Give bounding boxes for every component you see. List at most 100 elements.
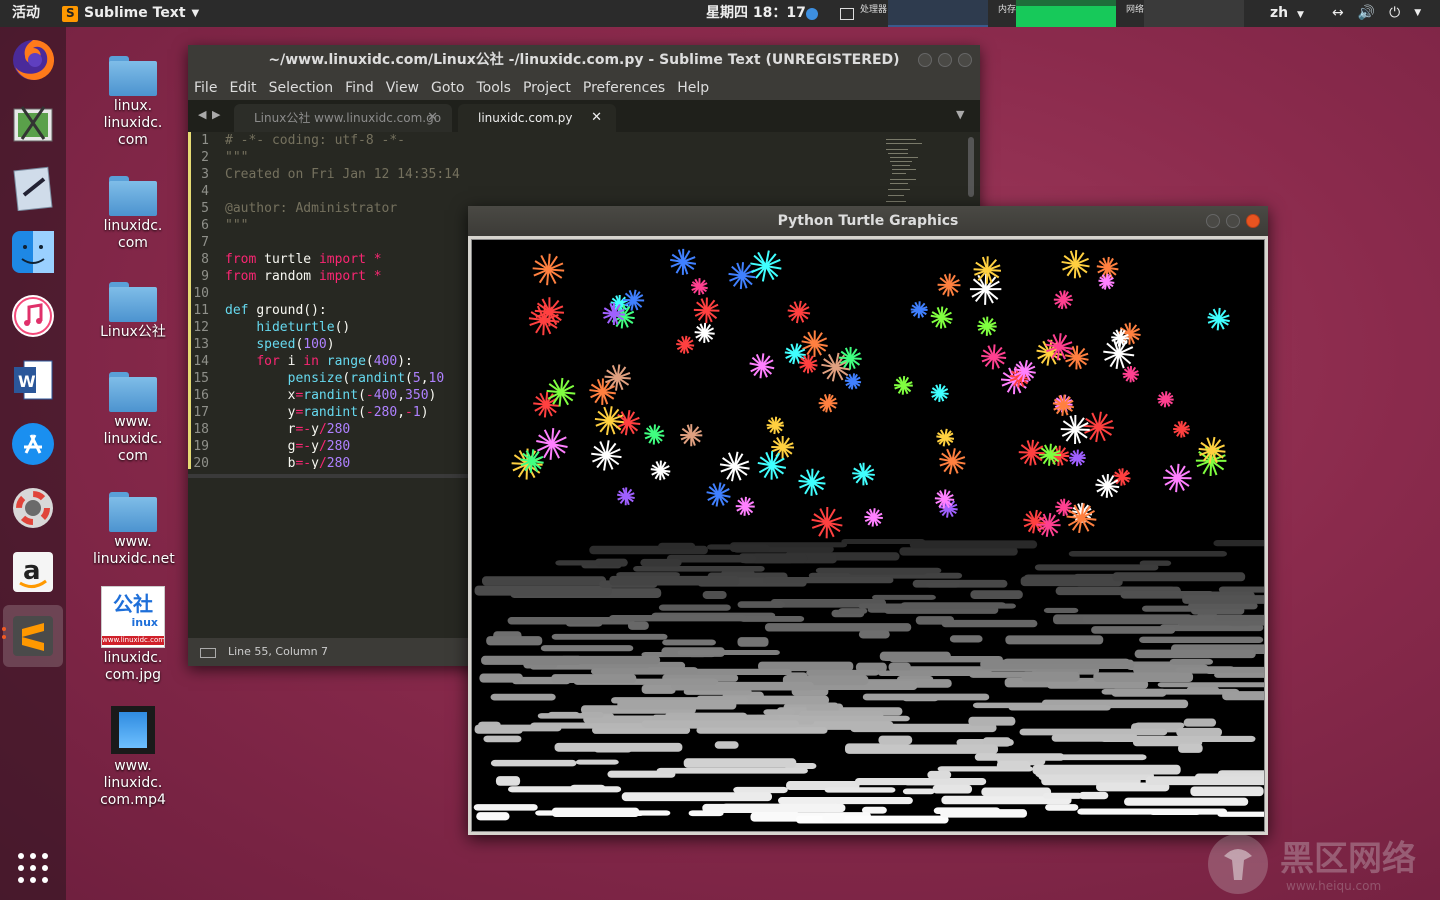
ground-stroke <box>490 693 556 701</box>
tab-dropdown-icon[interactable]: ▼ <box>956 108 964 121</box>
minimap[interactable] <box>886 137 946 207</box>
firework-star <box>771 435 794 459</box>
menu-edit[interactable]: Edit <box>229 76 262 100</box>
firework-star <box>787 300 811 324</box>
amazon-icon[interactable]: a <box>8 547 58 597</box>
menu-project[interactable]: Project <box>523 76 577 100</box>
sublime-text-icon[interactable] <box>3 605 63 667</box>
menu-selection[interactable]: Selection <box>269 76 340 100</box>
ground-stroke <box>1157 682 1264 688</box>
minimize-button[interactable] <box>1206 214 1220 228</box>
help-icon[interactable] <box>8 483 58 533</box>
firework-star <box>1036 512 1061 537</box>
line-number: 14 <box>193 354 209 369</box>
ground-stroke <box>1112 572 1246 582</box>
finder-icon[interactable] <box>8 227 58 277</box>
memory-monitor[interactable]: 内存 <box>996 0 1118 27</box>
menu-view[interactable]: View <box>386 76 425 100</box>
word-icon[interactable]: W <box>8 355 58 405</box>
menu-tools[interactable]: Tools <box>476 76 517 100</box>
firework-star <box>591 440 622 471</box>
code-token: 10 <box>428 371 445 386</box>
app-menu[interactable]: Sublime Text ▼ <box>62 0 199 27</box>
weather-icon[interactable] <box>806 7 818 20</box>
menu-goto[interactable]: Goto <box>431 76 470 100</box>
code-token: * <box>373 269 382 284</box>
ground-stroke <box>1178 743 1203 753</box>
ground-stroke <box>479 673 523 683</box>
desktop-folder[interactable]: www. linuxidc. com <box>93 372 173 465</box>
desktop-folder[interactable]: Linux公社 <box>93 282 173 341</box>
ground-stroke <box>996 761 1031 770</box>
clock[interactable]: 星期四 18：17 <box>706 0 806 27</box>
network-monitor[interactable]: 网络 <box>1124 0 1244 27</box>
desktop-folder[interactable]: www. linuxidc.net <box>93 492 175 568</box>
ground-stroke <box>474 585 612 596</box>
ground-stroke <box>974 753 1065 761</box>
line-number: 10 <box>193 286 209 301</box>
firework-star <box>749 353 775 379</box>
close-icon[interactable]: ✕ <box>591 104 602 132</box>
menu-preferences[interactable]: Preferences <box>583 76 671 100</box>
code-token: 5 <box>412 371 421 386</box>
code-token: randint <box>303 388 359 403</box>
cpu-monitor[interactable]: 处理器 <box>858 0 988 27</box>
firefox-icon[interactable] <box>8 35 58 85</box>
desktop-folder[interactable]: linuxidc. com <box>93 176 173 252</box>
code-token: - <box>365 405 374 420</box>
code-token: randint <box>303 405 359 420</box>
show-apps-grid-icon[interactable] <box>8 843 58 893</box>
line-number: 15 <box>193 371 209 386</box>
panel-toggle-icon[interactable] <box>200 648 216 658</box>
language-selector[interactable]: zh ▼ <box>1270 0 1304 27</box>
ground-stroke <box>658 542 696 550</box>
line-number: 7 <box>201 235 209 250</box>
mail-icon[interactable] <box>8 163 58 213</box>
code-token: =- <box>295 456 312 469</box>
menu-find[interactable]: Find <box>345 76 380 100</box>
code-token: , <box>397 405 406 420</box>
music-icon[interactable] <box>8 291 58 341</box>
desktop-icon-label: www. linuxidc. com.mp4 <box>100 758 166 808</box>
firework-star <box>680 424 703 447</box>
app-store-icon[interactable] <box>8 419 58 469</box>
code-token: pensize <box>287 371 343 386</box>
menu-help[interactable]: Help <box>677 76 715 100</box>
line-number: 19 <box>193 439 209 454</box>
tab-linuxidc-py[interactable]: linuxidc.com.py ✕ <box>458 104 616 132</box>
screenshot-tool-icon[interactable] <box>8 99 58 149</box>
menu-file[interactable]: File <box>194 76 223 100</box>
ground-stroke <box>474 724 562 732</box>
tab-next-icon[interactable]: ▶ <box>212 108 220 121</box>
ground-stroke <box>762 576 894 584</box>
ground-stroke <box>617 699 737 710</box>
turtle-canvas[interactable] <box>471 239 1265 832</box>
activities-button[interactable]: 活动 <box>12 0 40 27</box>
code-line: 2 """ <box>191 149 468 166</box>
desktop-video-file[interactable]: www. linuxidc. com.mp4 <box>93 706 173 809</box>
ground-stroke <box>1176 727 1222 737</box>
system-menu[interactable]: ↔ 🔊 ⏻ ▼ <box>1332 0 1421 27</box>
desktop-folder[interactable]: linux. linuxidc. com <box>93 56 173 149</box>
firework-star <box>818 393 838 413</box>
folder-icon <box>109 176 157 216</box>
scrollbar[interactable] <box>968 137 974 197</box>
close-button[interactable] <box>958 53 972 67</box>
ground-stroke <box>932 784 973 794</box>
maximize-button[interactable] <box>1226 214 1240 228</box>
maximize-button[interactable] <box>938 53 952 67</box>
firework-star <box>784 343 806 365</box>
monitor-icon[interactable] <box>840 7 854 20</box>
tab-linux-go[interactable]: Linux公社 www.linuxidc.com.go ✕ <box>234 104 452 132</box>
close-icon[interactable]: ✕ <box>427 104 438 132</box>
turtle-graphics-window[interactable]: Python Turtle Graphics <box>468 206 1268 835</box>
desktop-image-file[interactable]: 公社 inux www.linuxidc.com linuxidc. com.j… <box>93 586 173 684</box>
code-token: 280 <box>326 422 351 437</box>
code-editor[interactable]: 1 # -*- coding: utf-8 -*- 2 """ 3 Created on … <box>188 132 468 469</box>
tab-prev-icon[interactable]: ◀ <box>198 108 206 121</box>
code-token: ground <box>256 303 304 318</box>
close-button[interactable] <box>1246 214 1260 228</box>
minimize-button[interactable] <box>918 53 932 67</box>
